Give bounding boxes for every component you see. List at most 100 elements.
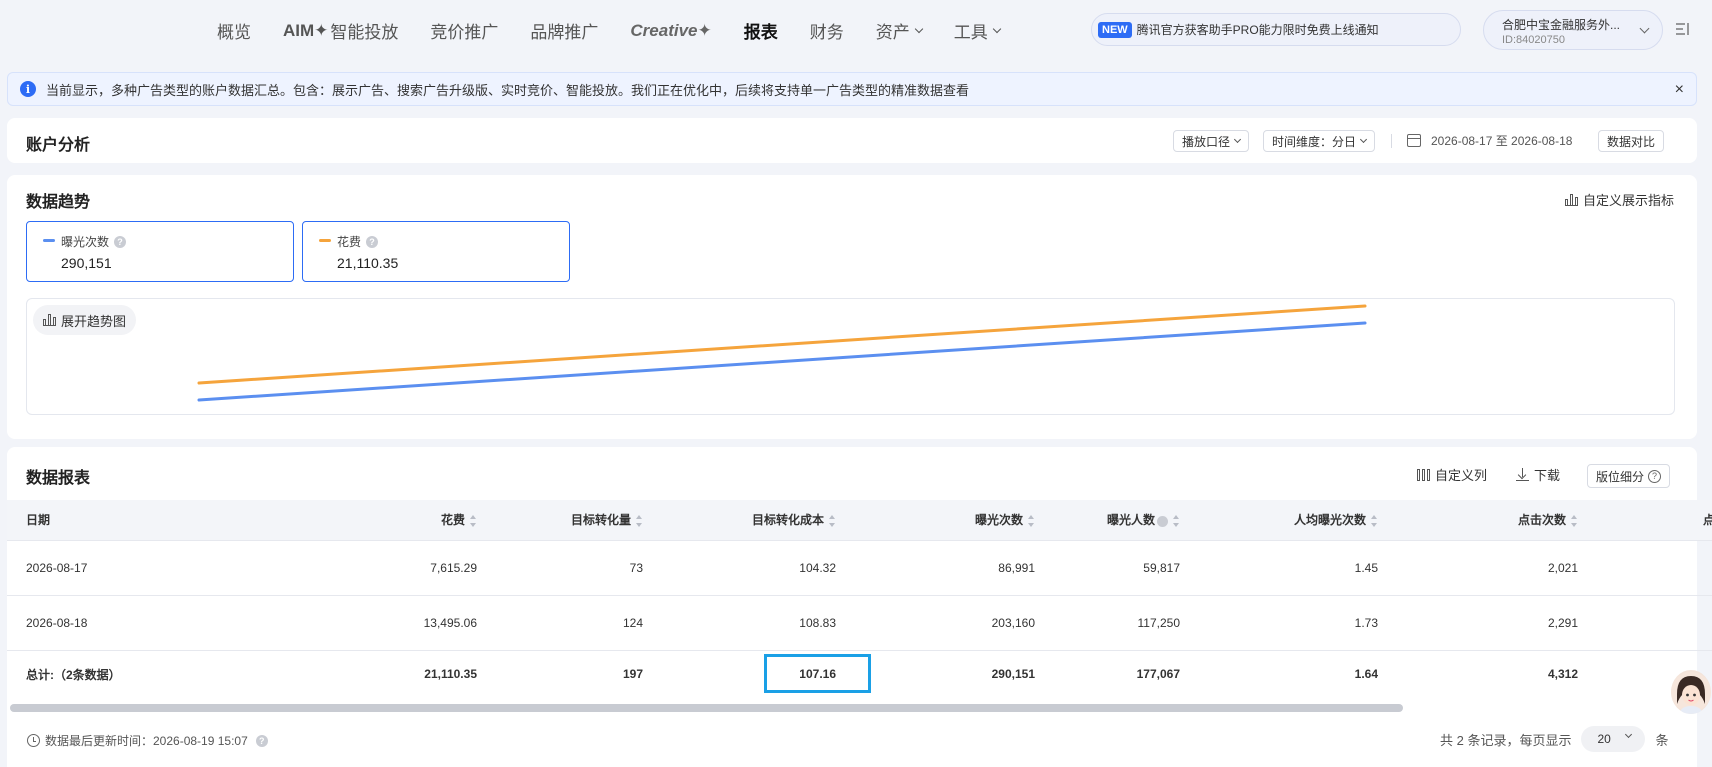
nav-item-brand[interactable]: 品牌推广 bbox=[530, 18, 598, 43]
section-title: 数据报表 bbox=[26, 470, 91, 487]
total-frequency: 1.64 bbox=[1354, 667, 1378, 682]
nav-item-creative[interactable]: Creative✦ bbox=[630, 21, 711, 41]
series-line-cost bbox=[197, 304, 1367, 385]
chevron-down-icon bbox=[914, 24, 923, 33]
nav-item-aim[interactable]: AIM✦ 智能投放 bbox=[283, 18, 398, 43]
sort-icon[interactable] bbox=[1371, 515, 1378, 528]
page-title: 账户分析 bbox=[26, 137, 91, 154]
custom-metrics-button[interactable]: 自定义展示指标 bbox=[1564, 190, 1674, 209]
horizontal-scrollbar[interactable] bbox=[10, 704, 1403, 712]
last-updated: 数据最后更新时间：2026-08-19 15:07 ? bbox=[27, 732, 268, 749]
column-header-clicks[interactable]: 点击次数 bbox=[1378, 500, 1578, 541]
trend-chart: 展开趋势图 bbox=[26, 298, 1675, 415]
selected-cell-highlight bbox=[764, 654, 871, 693]
table-row: 2026-08-17 7,615.29 73 104.32 86,991 59,… bbox=[7, 540, 1712, 596]
clock-icon bbox=[27, 734, 40, 747]
trend-chart-svg bbox=[197, 304, 1367, 402]
column-header-click-rate[interactable]: 点击 bbox=[1578, 500, 1712, 541]
assistant-avatar[interactable] bbox=[1671, 670, 1711, 714]
sort-icon[interactable] bbox=[829, 515, 836, 528]
cell-conversions: 73 bbox=[477, 540, 643, 596]
chevron-down-icon bbox=[1625, 730, 1633, 739]
cell-reach: 59,817 bbox=[1035, 540, 1180, 596]
cell-click-rate: 1. bbox=[1578, 595, 1712, 651]
aim-logo: AIM✦ bbox=[283, 20, 329, 40]
help-icon[interactable]: ? bbox=[114, 235, 127, 248]
cell-cost: 7,615.29 bbox=[207, 540, 477, 596]
calendar-icon bbox=[1407, 134, 1421, 147]
sort-icon[interactable] bbox=[470, 515, 477, 528]
info-banner: i 当前显示，多种广告类型的账户数据汇总。包含：展示广告、搜索广告升级版、实时竞… bbox=[7, 72, 1697, 106]
cell-frequency: 1.45 bbox=[1180, 540, 1378, 596]
new-badge: NEW bbox=[1098, 21, 1132, 38]
cell-conversions: 124 bbox=[477, 595, 643, 651]
banner-text: 当前显示，多种广告类型的账户数据汇总。包含：展示广告、搜索广告升级版、实时竞价、… bbox=[46, 82, 970, 98]
help-icon[interactable]: ? bbox=[366, 235, 379, 248]
nav-item-assets[interactable]: 资产 bbox=[876, 18, 923, 43]
column-header-conversion-cost[interactable]: 目标转化成本 bbox=[643, 500, 836, 541]
time-dimension-select[interactable]: 时间维度：分日 bbox=[1263, 130, 1376, 152]
metric-label: 曝光次数 bbox=[61, 235, 110, 249]
total-clicks: 4,312 bbox=[1547, 667, 1578, 682]
announcement-text: 腾讯官方获客助手PRO能力限时免费上线通知 bbox=[1136, 23, 1379, 37]
series-line-impressions bbox=[197, 321, 1367, 402]
date-range-picker[interactable]: 2026-08-17 至 2026-08-18 bbox=[1407, 132, 1572, 149]
pagination: 共 2 条记录，每页显示 20 条 bbox=[1440, 726, 1668, 752]
cell-click-rate: 2 bbox=[1578, 540, 1712, 596]
nav-item-bidding[interactable]: 竞价推广 bbox=[430, 18, 498, 43]
cell-impressions: 203,160 bbox=[836, 595, 1035, 651]
nav-item-overview[interactable]: 概览 bbox=[217, 18, 251, 43]
assistant-avatar-icon bbox=[1671, 672, 1711, 714]
column-header-impressions[interactable]: 曝光次数 bbox=[836, 500, 1035, 541]
chevron-down-icon bbox=[1359, 135, 1368, 144]
column-header-conversions[interactable]: 目标转化量 bbox=[477, 500, 643, 541]
cell-frequency: 1.73 bbox=[1180, 595, 1378, 651]
account-id: ID:84020750 bbox=[1502, 34, 1565, 46]
chevron-down-icon bbox=[1233, 135, 1242, 144]
data-trend-card: 数据趋势 自定义展示指标 曝光次数? 290,151 花费? 21,110.35… bbox=[7, 175, 1697, 439]
record-count: 共 2 条记录，每页显示 bbox=[1440, 732, 1572, 748]
data-report-card: 数据报表 自定义列 下载 版位细分? 日期 花费 目标转化量 目标转化成本 曝光… bbox=[7, 447, 1712, 767]
sort-icon[interactable] bbox=[1571, 515, 1578, 528]
nav-menu: 概览 AIM✦ 智能投放 竞价推广 品牌推广 Creative✦ 报表 财务 资产… bbox=[217, 18, 1032, 43]
page-size-select[interactable]: 20 bbox=[1581, 726, 1646, 752]
close-icon[interactable]: × bbox=[1675, 81, 1684, 99]
columns-icon bbox=[1417, 468, 1430, 481]
data-compare-button[interactable]: 数据对比 bbox=[1598, 130, 1665, 152]
column-header-reach[interactable]: 曝光人数 bbox=[1035, 500, 1180, 541]
column-header-frequency[interactable]: 人均曝光次数 bbox=[1180, 500, 1378, 541]
download-button[interactable]: 下载 bbox=[1516, 465, 1560, 484]
total-label: 总计:（2条数据） bbox=[26, 667, 121, 682]
nav-item-tools[interactable]: 工具 bbox=[954, 18, 1001, 43]
sort-icon[interactable] bbox=[1173, 515, 1180, 528]
cell-date: 2026-08-18 bbox=[7, 595, 207, 651]
placement-breakdown-button[interactable]: 版位细分? bbox=[1587, 464, 1671, 488]
total-reach: 177,067 bbox=[1136, 667, 1180, 682]
series-swatch bbox=[319, 239, 331, 242]
table-header-row: 日期 花费 目标转化量 目标转化成本 曝光次数 曝光人数 人均曝光次数 点击次数… bbox=[7, 500, 1712, 541]
column-header-date: 日期 bbox=[7, 500, 207, 541]
section-title: 数据趋势 bbox=[26, 194, 91, 211]
info-icon: i bbox=[20, 81, 36, 97]
nav-item-finance[interactable]: 财务 bbox=[810, 18, 844, 43]
announcement-pill[interactable]: NEW 腾讯官方获客助手PRO能力限时免费上线通知 bbox=[1091, 13, 1461, 46]
total-cost: 21,110.35 bbox=[424, 667, 477, 682]
expand-chart-button[interactable]: 展开趋势图 bbox=[33, 305, 137, 335]
cell-conversion-cost: 104.32 bbox=[643, 540, 836, 596]
metric-card-impressions[interactable]: 曝光次数? 290,151 bbox=[26, 221, 294, 282]
nav-item-reports[interactable]: 报表 bbox=[744, 18, 778, 43]
column-header-cost[interactable]: 花费 bbox=[207, 500, 477, 541]
help-icon[interactable]: ? bbox=[255, 734, 268, 747]
total-conversions: 197 bbox=[622, 667, 643, 682]
info-icon bbox=[1157, 515, 1168, 527]
delivery-filter-select[interactable]: 播放口径 bbox=[1173, 130, 1250, 152]
cell-cost: 13,495.06 bbox=[207, 595, 477, 651]
sort-icon[interactable] bbox=[636, 515, 643, 528]
menu-collapse-icon[interactable] bbox=[1675, 22, 1689, 36]
sort-icon[interactable] bbox=[1028, 515, 1035, 528]
custom-columns-button[interactable]: 自定义列 bbox=[1417, 465, 1487, 484]
chevron-down-icon bbox=[992, 24, 1001, 33]
page-size-unit: 条 bbox=[1655, 732, 1669, 748]
account-switcher[interactable]: 合肥中宝金融服务外... ID:84020750 bbox=[1483, 10, 1663, 50]
metric-card-cost[interactable]: 花费? 21,110.35 bbox=[302, 221, 570, 282]
